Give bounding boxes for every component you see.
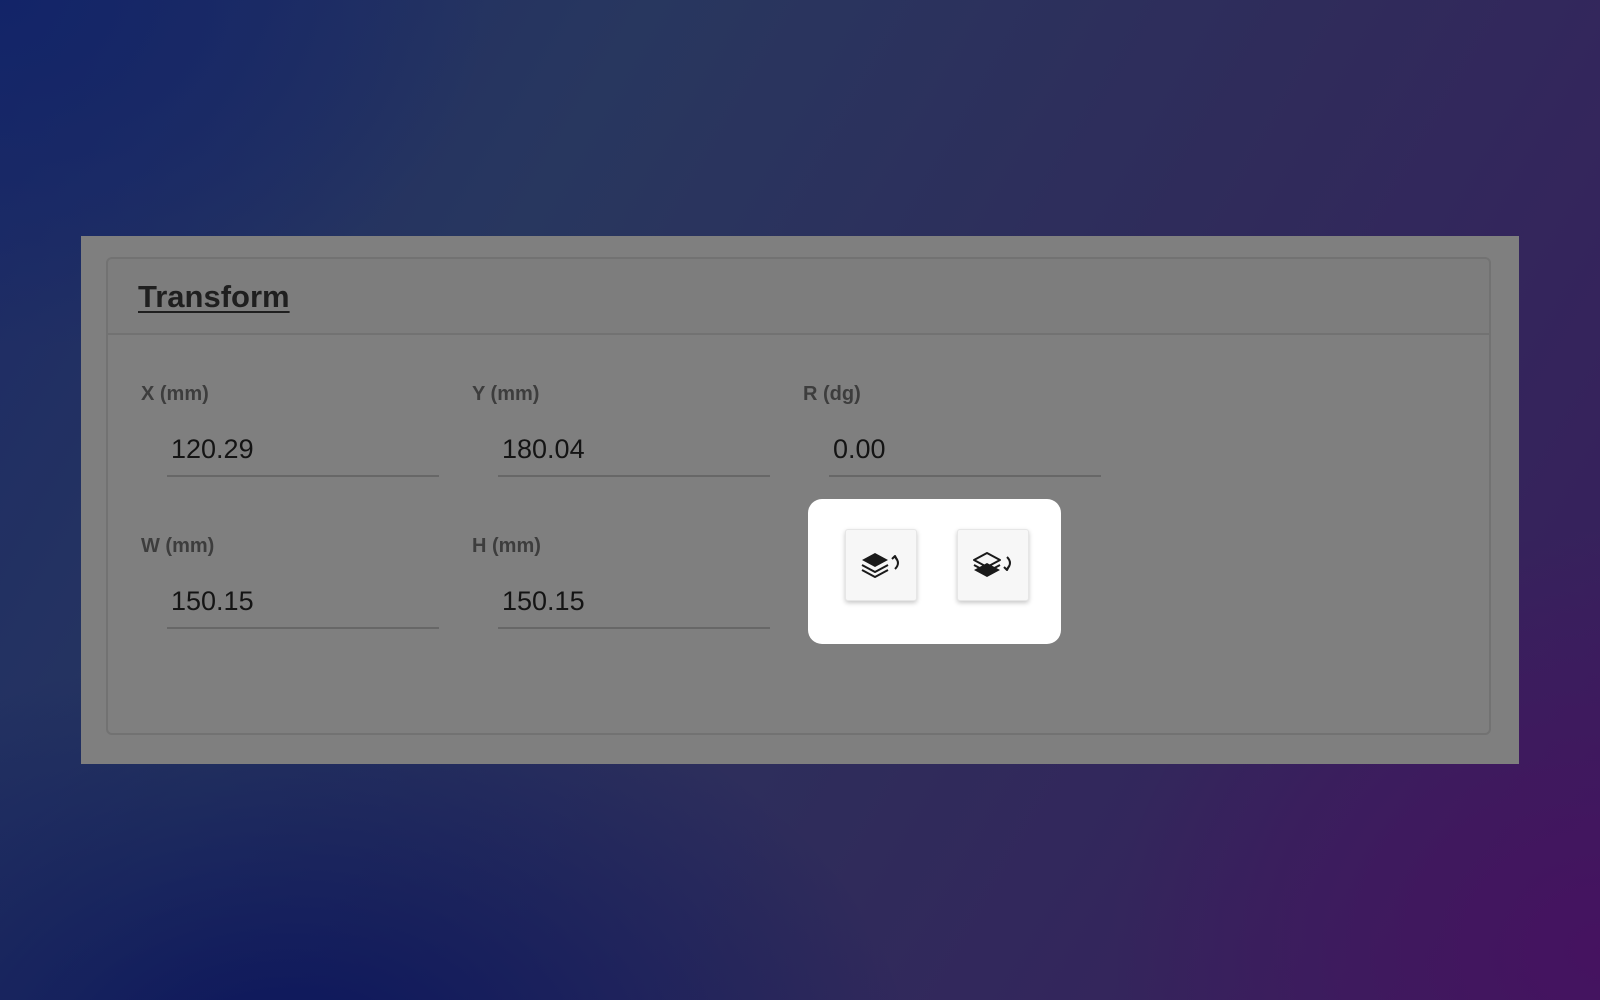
layers-down-icon xyxy=(973,552,1011,577)
transform-card: Transform X (mm) Y (mm) R (dg) W (mm) H … xyxy=(106,257,1491,735)
x-field: X (mm) xyxy=(141,383,461,477)
send-backward-button[interactable] xyxy=(957,529,1029,601)
h-label: H (mm) xyxy=(472,535,541,557)
w-field: W (mm) xyxy=(141,535,461,629)
y-input[interactable] xyxy=(498,423,770,477)
layers-up-icon xyxy=(861,553,899,578)
x-label: X (mm) xyxy=(141,383,209,405)
transform-panel-overlay: Transform X (mm) Y (mm) R (dg) W (mm) H … xyxy=(81,236,1519,764)
layer-order-spotlight xyxy=(808,499,1061,644)
r-field: R (dg) xyxy=(803,383,1123,477)
transform-card-header: Transform xyxy=(108,259,1489,335)
x-input[interactable] xyxy=(167,423,439,477)
h-field: H (mm) xyxy=(472,535,792,629)
h-input[interactable] xyxy=(498,575,770,629)
y-field: Y (mm) xyxy=(472,383,792,477)
y-label: Y (mm) xyxy=(472,383,540,405)
bring-forward-button[interactable] xyxy=(845,529,917,601)
panel-title[interactable]: Transform xyxy=(138,279,290,315)
w-input[interactable] xyxy=(167,575,439,629)
r-input[interactable] xyxy=(829,423,1101,477)
r-label: R (dg) xyxy=(803,383,861,405)
w-label: W (mm) xyxy=(141,535,215,557)
